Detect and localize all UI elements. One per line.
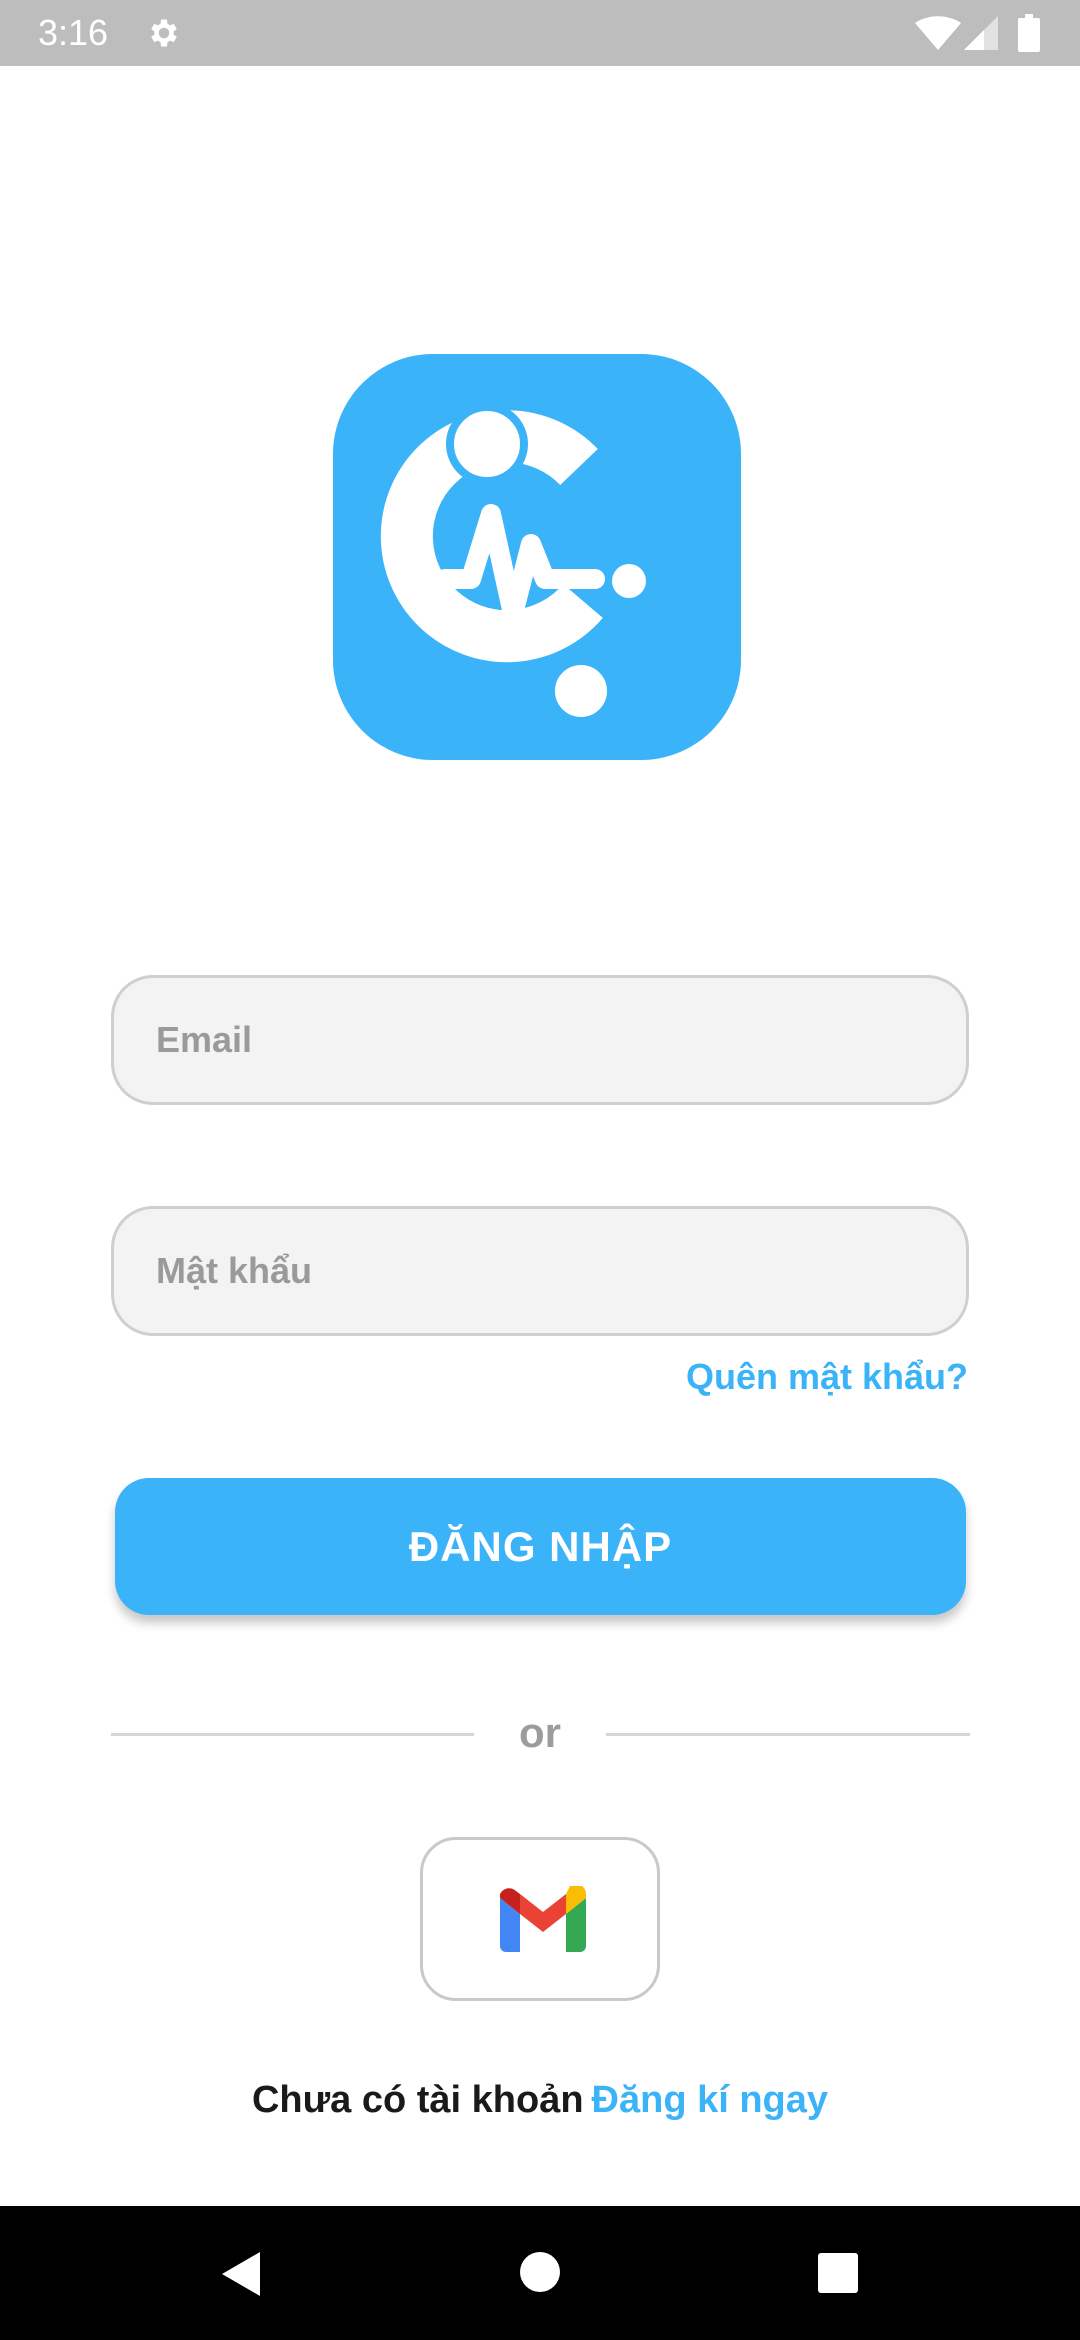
navigation-bar bbox=[0, 2206, 1080, 2340]
back-icon[interactable] bbox=[218, 2250, 262, 2298]
status-time: 3:16 bbox=[38, 12, 109, 53]
signup-prompt: Chưa có tài khoản bbox=[251, 2079, 584, 2121]
signal-icon bbox=[964, 16, 998, 50]
heartbeat-logo-icon bbox=[333, 354, 741, 760]
forgot-password-link[interactable]: Quên mật khẩu? bbox=[686, 1355, 968, 1399]
divider-line-left bbox=[111, 1733, 474, 1736]
signup-row: Chưa có tài khoản Đăng kí ngay bbox=[0, 2075, 1080, 2125]
battery-icon bbox=[1018, 14, 1040, 52]
gear-icon bbox=[151, 19, 177, 47]
recents-icon[interactable] bbox=[817, 2252, 859, 2294]
password-input[interactable] bbox=[114, 1209, 966, 1333]
email-input[interactable] bbox=[114, 978, 966, 1102]
login-button[interactable]: ĐĂNG NHẬP bbox=[115, 1478, 966, 1615]
status-bar: 3:16 bbox=[0, 0, 1080, 66]
signup-link[interactable]: Đăng kí ngay bbox=[592, 2079, 829, 2121]
email-field[interactable] bbox=[111, 975, 969, 1105]
gmail-icon bbox=[500, 1886, 586, 1952]
home-icon[interactable] bbox=[519, 2251, 561, 2293]
divider-line-right bbox=[606, 1733, 970, 1736]
wifi-icon bbox=[915, 16, 961, 50]
gmail-signin-button[interactable] bbox=[420, 1837, 660, 2001]
password-field[interactable] bbox=[111, 1206, 969, 1336]
divider-text: or bbox=[519, 1709, 561, 1756]
